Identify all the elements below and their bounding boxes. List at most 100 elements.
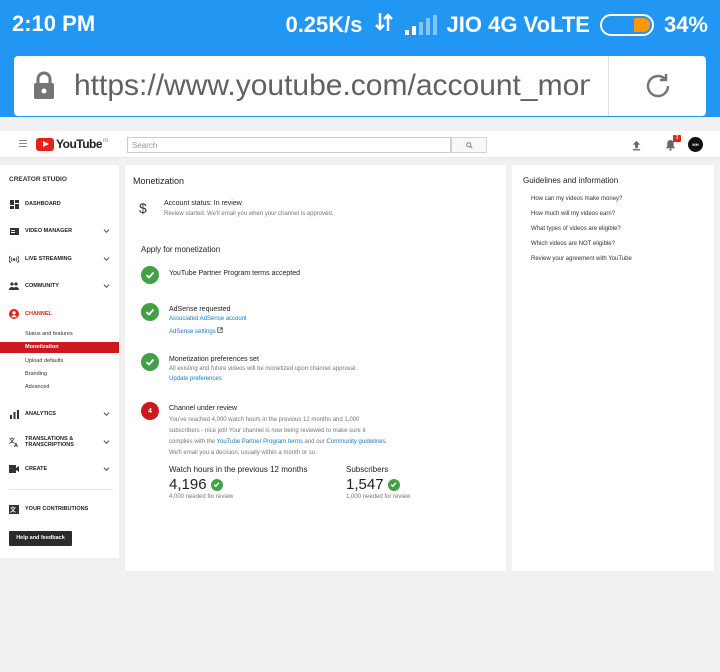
step-title: AdSense requested [169, 306, 231, 313]
sidebar-item-label: LIVE STREAMING [25, 256, 72, 262]
lock-icon [14, 71, 74, 101]
menu-icon[interactable] [19, 140, 27, 149]
search-icon [465, 141, 473, 149]
dollar-icon: $ [139, 200, 147, 216]
youtube-header: YouTube IN Search 3 MH [0, 131, 720, 158]
url-text[interactable]: https://www.youtube.com/account_monet [74, 69, 590, 103]
check-circle-icon [210, 478, 223, 491]
svg-text:A: A [14, 443, 18, 447]
search-button[interactable] [451, 137, 487, 153]
youtube-logo[interactable]: YouTube IN [36, 137, 108, 151]
check-circle-icon [141, 353, 159, 371]
sidebar-item-label: ANALYTICS [25, 411, 56, 417]
update-preferences-link[interactable]: Update preferences [169, 376, 222, 382]
account-status-text: Account status: In review [164, 200, 242, 207]
logo-region: IN [103, 137, 109, 144]
sidebar-item-label-group: TRANSLATIONS & TRANSCRIPTIONS [25, 436, 74, 448]
guideline-link[interactable]: Which videos are NOT eligible? [531, 241, 615, 247]
sidebar-subitem-advanced[interactable]: Advanced [0, 382, 119, 393]
review-line-2: subscribers - nice job! Your channel is … [169, 428, 366, 434]
sidebar-subitem-branding[interactable]: Branding [0, 369, 119, 380]
sidebar-item-label: YOUR CONTRIBUTIONS [25, 506, 89, 512]
account-status-note: Review started. We'll email you when you… [164, 211, 334, 217]
notification-badge: 3 [673, 135, 681, 142]
check-circle-icon [141, 303, 159, 321]
apply-heading: Apply for monetization [141, 245, 221, 254]
check-circle-icon [387, 478, 400, 491]
chevron-down-icon [103, 282, 110, 291]
status-time: 2:10 PM [12, 11, 96, 36]
sidebar-title: CREATOR STUDIO [9, 176, 67, 183]
sidebar-item-channel[interactable]: CHANNEL [0, 306, 119, 322]
chevron-down-icon [103, 227, 110, 236]
chevron-down-icon [103, 255, 110, 264]
guideline-link[interactable]: What types of videos are eligible? [531, 226, 621, 232]
community-guidelines-link[interactable]: Community guidelines [327, 439, 386, 445]
create-icon [9, 464, 19, 474]
review-line-3b: and our [302, 439, 327, 445]
address-bar[interactable]: https://www.youtube.com/account_monet [14, 56, 706, 116]
carrier-label: JIO 4G VoLTE [446, 12, 590, 37]
review-paragraph: You've reached 4,000 watch hours in the … [169, 415, 439, 459]
sidebar-item-dashboard[interactable]: DASHBOARD [0, 196, 119, 212]
subscribers-needed: 1,000 needed for review [346, 494, 411, 500]
guidelines-panel: Guidelines and information How can my vi… [512, 165, 714, 571]
page-title: Monetization [133, 176, 185, 186]
step-note: All existing and future videos will be m… [169, 366, 358, 372]
translate-icon: 文A [9, 437, 19, 447]
guideline-link[interactable]: How much will my videos earn? [531, 211, 615, 217]
battery-percent: 34% [663, 12, 708, 37]
network-speed: 0.25K/s [285, 12, 363, 37]
guideline-link[interactable]: How can my videos make money? [531, 196, 622, 202]
analytics-icon [9, 409, 19, 419]
sidebar-item-label: COMMUNITY [25, 283, 59, 289]
sidebar-item-label: CREATE [25, 466, 48, 472]
guideline-link[interactable]: Review your agreement with YouTube [531, 256, 632, 262]
sidebar-item-label-line2: TRANSCRIPTIONS [25, 442, 74, 448]
adsense-account-link[interactable]: Associated AdSense account [169, 316, 247, 322]
partner-terms-link[interactable]: YouTube Partner Program terms [217, 439, 303, 445]
monetization-panel: Monetization $ Account status: In review… [125, 165, 506, 571]
sidebar-item-your-contributions[interactable]: 文 YOUR CONTRIBUTIONS [0, 501, 119, 517]
sidebar-item-analytics[interactable]: ANALYTICS [0, 406, 119, 422]
sidebar-subitem-upload-defaults[interactable]: Upload defaults [0, 356, 119, 367]
signal-icon [404, 15, 437, 35]
watch-hours-value-row: 4,196 [169, 476, 307, 493]
sidebar-divider [9, 489, 113, 490]
play-logo-icon [36, 137, 54, 151]
sidebar-item-live-streaming[interactable]: LIVE STREAMING [0, 251, 119, 267]
sidebar-item-create[interactable]: CREATE [0, 461, 119, 477]
sidebar-item-video-manager[interactable]: VIDEO MANAGER [0, 223, 119, 239]
guidelines-heading: Guidelines and information [523, 176, 619, 185]
sidebar-item-label: CHANNEL [25, 311, 52, 317]
check-circle-icon [141, 266, 159, 284]
video-manager-icon [9, 226, 19, 236]
reload-icon[interactable] [609, 71, 706, 101]
sidebar-subitem-status[interactable]: Status and features [0, 329, 119, 340]
sidebar-item-translations[interactable]: 文A TRANSLATIONS & TRANSCRIPTIONS [0, 434, 119, 450]
sidebar-item-community[interactable]: COMMUNITY [0, 278, 119, 294]
channel-icon [9, 309, 19, 319]
sidebar-subitem-monetization[interactable]: Monetization [0, 342, 119, 353]
search-input[interactable]: Search [127, 137, 451, 153]
step-title: YouTube Partner Program terms accepted [169, 270, 300, 277]
community-icon [9, 281, 19, 291]
review-line-1: You've reached 4,000 watch hours in the … [169, 417, 360, 423]
adsense-settings-link[interactable]: AdSense settings [169, 327, 223, 335]
notifications-bell-icon[interactable]: 3 [665, 135, 681, 156]
external-link-icon [217, 327, 223, 333]
watch-hours-stat: Watch hours in the previous 12 months 4,… [169, 465, 307, 500]
review-line-3a: complies with the [169, 439, 217, 445]
sidebar-item-label: DASHBOARD [25, 201, 61, 207]
watch-hours-label: Watch hours in the previous 12 months [169, 465, 308, 474]
avatar[interactable]: MH [688, 137, 703, 152]
chevron-down-icon [103, 438, 110, 447]
chevron-down-icon [103, 465, 110, 474]
creator-studio-sidebar: CREATOR STUDIO DASHBOARD VIDEO MANAGER L… [0, 165, 119, 558]
upload-icon[interactable] [631, 138, 642, 156]
help-and-feedback-button[interactable]: Help and feedback [9, 531, 72, 546]
data-transfer-icon [373, 11, 395, 39]
subscribers-label: Subscribers [346, 465, 389, 474]
step-title: Monetization preferences set [169, 356, 259, 363]
watch-hours-value: 4,196 [169, 476, 207, 493]
